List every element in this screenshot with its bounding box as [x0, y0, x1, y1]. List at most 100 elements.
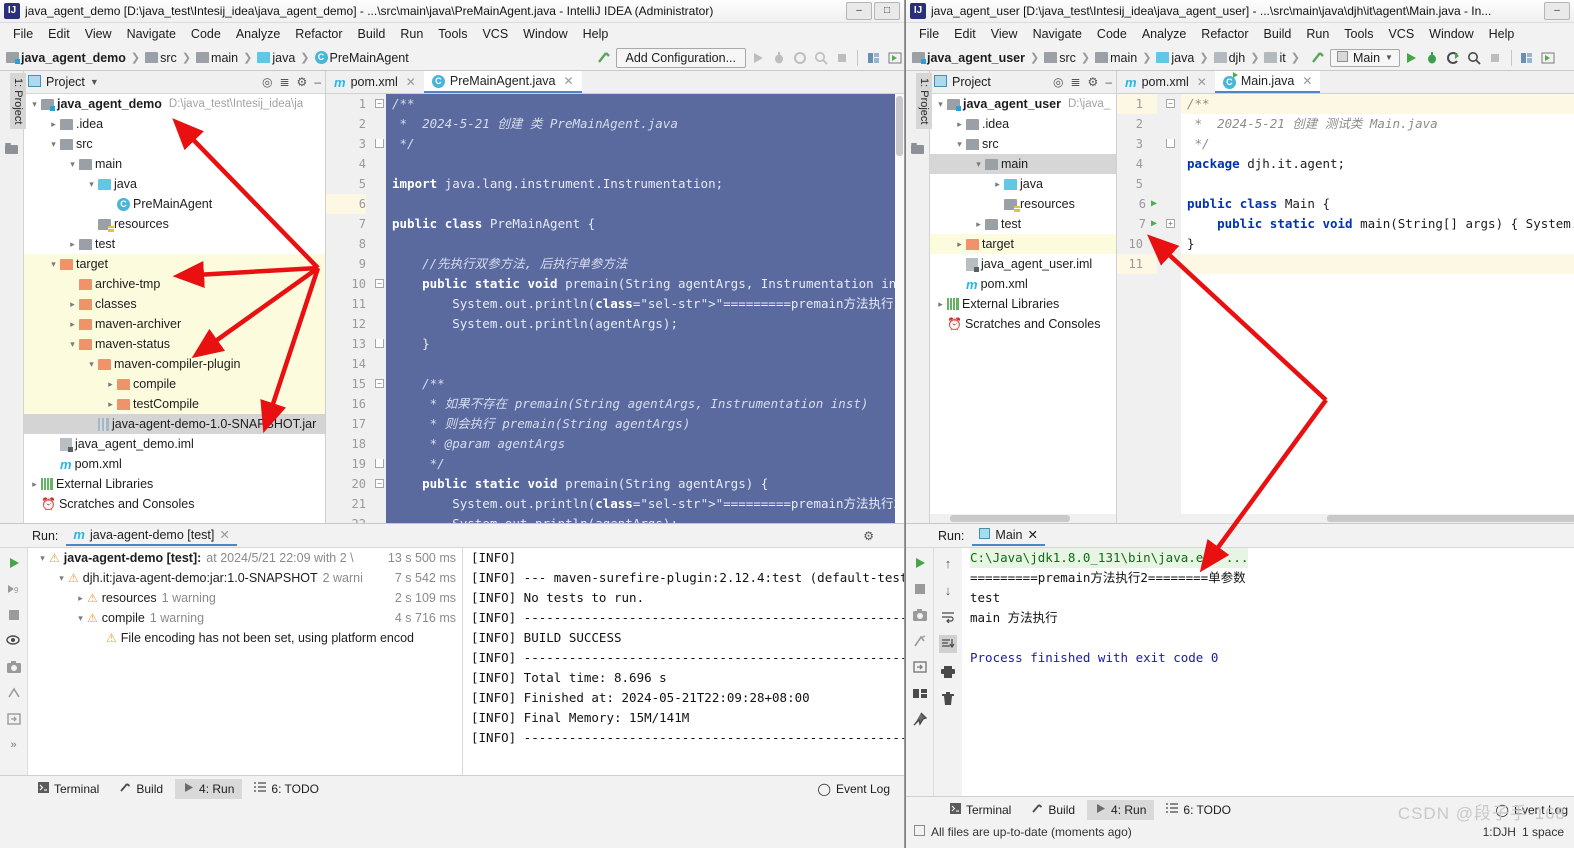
toggle-tests-icon[interactable] — [5, 632, 23, 650]
import-icon[interactable] — [911, 658, 929, 676]
menu-refactor[interactable]: Refactor — [1194, 25, 1255, 43]
fold-collapse-icon[interactable]: − — [375, 279, 384, 288]
chevron-right-icon[interactable]: ▸ — [934, 299, 947, 310]
tree-row[interactable]: resources — [24, 214, 325, 234]
breadcrumb-java[interactable]: java — [1171, 51, 1194, 65]
tree-row[interactable]: ▸test — [930, 214, 1116, 234]
menu-vcs[interactable]: VCS — [475, 25, 515, 43]
menu-view[interactable]: View — [78, 25, 119, 43]
menu-file[interactable]: File — [912, 25, 946, 43]
code-line[interactable]: } — [386, 334, 904, 354]
code-line[interactable]: /** — [386, 94, 904, 114]
minimize-button[interactable]: – — [846, 2, 872, 20]
build-tree-row[interactable]: ▾⚠java-agent-demo [test]:at 2024/5/21 22… — [28, 548, 462, 568]
more-icon[interactable]: » — [5, 736, 23, 754]
stripe-tab-project[interactable]: 1: Project — [10, 73, 26, 129]
intellij-window-right[interactable]: IJ java_agent_user [D:\java_test\Intesij… — [905, 0, 1574, 848]
chevron-right-icon[interactable]: ▸ — [66, 299, 79, 310]
project-structure-icon[interactable] — [1518, 48, 1537, 67]
breadcrumb-class[interactable]: PreMainAgent — [330, 51, 409, 65]
run-tab-right[interactable]: Main ✕ — [972, 525, 1045, 546]
maven-console-left[interactable]: [INFO][INFO] --- maven-surefire-plugin:2… — [463, 548, 905, 775]
chevron-down-icon[interactable]: ▾ — [934, 99, 947, 110]
editor-tabs-right[interactable]: mpom.xml✕CMain.java✕ — [1117, 71, 1574, 94]
gear-icon[interactable]: ⚙ — [297, 75, 308, 89]
build-tree-row[interactable]: ▾⚠compile1 warning4 s 716 ms — [28, 608, 462, 628]
sort-icon[interactable] — [5, 684, 23, 702]
code-line[interactable]: * 则会执行 premain(String agentArgs) — [386, 414, 904, 434]
menu-help[interactable]: Help — [1482, 25, 1522, 43]
tree-row[interactable]: ▸test — [24, 234, 325, 254]
fold-collapse-icon[interactable]: − — [375, 99, 384, 108]
breadcrumb-project[interactable]: java_agent_demo — [21, 51, 126, 65]
project-tree-left[interactable]: ▾java_agent_demoD:\java_test\Intesij_ide… — [24, 94, 325, 523]
menu-view[interactable]: View — [984, 25, 1025, 43]
menu-navigate[interactable]: Navigate — [120, 25, 183, 43]
menu-build[interactable]: Build — [351, 25, 393, 43]
tree-row[interactable]: ▸External Libraries — [24, 474, 325, 494]
chevron-down-icon[interactable]: ▼ — [1385, 53, 1393, 62]
chevron-right-icon[interactable]: ▸ — [28, 479, 41, 490]
intellij-window-left[interactable]: IJ java_agent_demo [D:\java_test\Intesij… — [0, 0, 905, 848]
project-tool-window-right[interactable]: Project ◎ ≣ ⚙ – ▾java_agent_userD:\java_… — [930, 71, 1117, 523]
tree-row[interactable]: ▾java — [24, 174, 325, 194]
run-console-right[interactable]: C:\Java\jdk1.8.0_131\bin\java.exe ...===… — [962, 548, 1574, 796]
breadcrumb-src[interactable]: src — [1059, 51, 1076, 65]
breadcrumb-main[interactable]: main — [1110, 51, 1137, 65]
code-line[interactable]: } — [1181, 234, 1574, 254]
build-hammer-icon[interactable] — [595, 48, 614, 67]
run-tool-window-left[interactable]: Run: m java-agent-demo [test] ✕ ⚙ 9 — [0, 523, 904, 775]
chevron-right-icon[interactable]: ▸ — [104, 379, 117, 390]
locate-icon[interactable]: ◎ — [262, 75, 272, 89]
run-toolbar-left[interactable]: 9 » — [0, 548, 28, 775]
gutter-run-icon[interactable]: ▶ — [1151, 194, 1157, 214]
run-window-body-right[interactable]: ↑ ↓ C:\Java\jdk1.8.0_131\bin\java.exe ..… — [906, 548, 1574, 796]
maximize-button[interactable]: □ — [874, 2, 900, 20]
chevron-down-icon[interactable]: ▾ — [66, 159, 79, 170]
breadcrumb-main[interactable]: main — [211, 51, 238, 65]
code-line[interactable] — [386, 154, 904, 174]
status-todo-button[interactable]: 6: TODO — [1158, 800, 1239, 820]
code-line[interactable]: * 如果不存在 premain(String agentArgs, Instru… — [386, 394, 904, 414]
chevron-down-icon[interactable]: ▾ — [28, 99, 41, 110]
tool-window-stripe-right[interactable]: 1: Project — [906, 71, 930, 523]
tool-window-stripe-left[interactable]: 1: Project — [0, 71, 24, 523]
editor-hscrollbar-right[interactable] — [1117, 514, 1574, 523]
code-line[interactable]: System.out.println(agentArgs); — [386, 514, 904, 523]
code-line[interactable]: System.out.println(agentArgs); — [386, 314, 904, 334]
fold-end-icon[interactable] — [1166, 139, 1175, 148]
editor-tab[interactable]: mpom.xml✕ — [326, 71, 424, 93]
build-tree-row[interactable]: ⚠File encoding has not been set, using p… — [28, 628, 462, 648]
search-everywhere-icon[interactable] — [1539, 48, 1558, 67]
tree-row[interactable]: ▾main — [930, 154, 1116, 174]
code-line[interactable]: /** — [386, 374, 904, 394]
fold-end-icon[interactable] — [375, 459, 384, 468]
menu-vcs[interactable]: VCS — [1381, 25, 1421, 43]
code-line[interactable] — [386, 234, 904, 254]
gear-icon[interactable]: ⚙ — [863, 529, 904, 543]
editor-tabs-left[interactable]: mpom.xml✕CPreMainAgent.java✕ — [326, 71, 904, 94]
breadcrumb-project[interactable]: java_agent_user — [927, 51, 1025, 65]
editor-area-left[interactable]: mpom.xml✕CPreMainAgent.java✕ 12345678910… — [326, 71, 904, 523]
breadcrumb-djh[interactable]: djh — [1229, 51, 1246, 65]
menu-code[interactable]: Code — [1090, 25, 1134, 43]
chevron-down-icon[interactable]: ▾ — [55, 573, 68, 584]
tree-row[interactable]: mpom.xml — [24, 454, 325, 474]
breadcrumb-src[interactable]: src — [160, 51, 177, 65]
tree-row[interactable]: ▸classes — [24, 294, 325, 314]
stop-icon[interactable] — [832, 48, 851, 67]
breadcrumb-java[interactable]: java — [272, 51, 295, 65]
checkbox-icon[interactable] — [914, 825, 925, 839]
tree-row[interactable]: ▾maven-status — [24, 334, 325, 354]
chevron-right-icon[interactable]: ▸ — [104, 399, 117, 410]
fold-collapse-icon[interactable]: − — [375, 479, 384, 488]
menu-build[interactable]: Build — [1257, 25, 1299, 43]
navigation-bar-right[interactable]: java_agent_user ❯ src ❯ main ❯ java ❯ dj… — [906, 45, 1574, 71]
run-window-body-left[interactable]: 9 » ▾⚠java-agent-demo [test]:at 2024/5/2… — [0, 548, 904, 775]
arrow-down-icon[interactable]: ↓ — [939, 581, 957, 599]
tree-row[interactable]: ▸target — [930, 234, 1116, 254]
menu-help[interactable]: Help — [576, 25, 616, 43]
debug-icon[interactable] — [1423, 48, 1442, 67]
close-icon[interactable]: ✕ — [406, 75, 416, 89]
print-icon[interactable] — [939, 662, 957, 680]
